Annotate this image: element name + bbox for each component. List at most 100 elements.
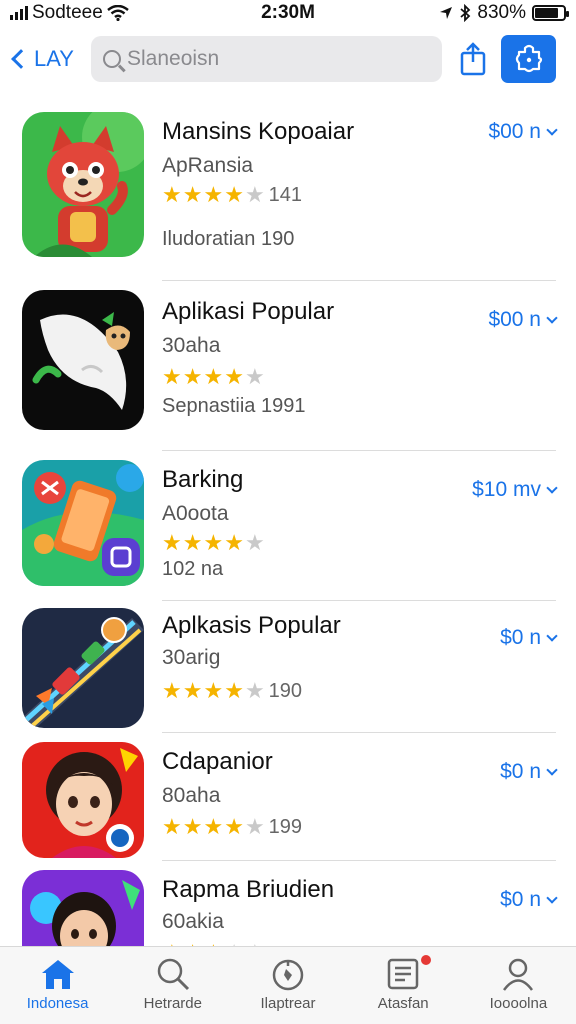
- app-subtitle: ApRansia: [162, 154, 254, 177]
- tab-label: Ioooolna: [489, 995, 548, 1012]
- tab-label: Ilaptrear: [260, 995, 316, 1012]
- star-icon: ★: [182, 182, 203, 207]
- price-label: $10 mv: [472, 478, 541, 501]
- app-subtitle: 30arig: [162, 646, 221, 669]
- tab-news[interactable]: Atasfan: [346, 947, 461, 1024]
- battery-icon: [532, 5, 569, 21]
- chevron-down-icon: [546, 482, 558, 494]
- star-icon: ★: [224, 530, 244, 555]
- list-item[interactable]: Barking A0oota ★ ★ ★ ★ ★ 102 na $10 mv: [0, 460, 576, 602]
- price-button[interactable]: $00 n: [488, 120, 558, 144]
- tab-label: Hetrarde: [143, 995, 202, 1012]
- star-icon: ★: [162, 530, 182, 555]
- price-label: $00 n: [488, 308, 541, 331]
- divider: [162, 600, 556, 601]
- price-label: $0 n: [500, 626, 541, 649]
- status-right: 830%: [366, 2, 569, 24]
- price-button[interactable]: $0 n: [500, 888, 558, 912]
- app-meta: 102 na: [162, 558, 224, 580]
- app-icon-phone: [22, 460, 144, 586]
- tab-profile[interactable]: Ioooolna: [461, 947, 576, 1024]
- app-icon-dolphin: [22, 290, 144, 430]
- app-name: Aplkasis Popular: [162, 612, 341, 639]
- star-icon: ★: [182, 364, 203, 389]
- star-icon: ★: [224, 182, 244, 207]
- rating-count: 190: [268, 679, 303, 702]
- star-icon: ★: [244, 678, 265, 703]
- search-input[interactable]: [127, 47, 417, 71]
- app-rating: ★★★★★: [162, 530, 269, 556]
- price-button[interactable]: $00 n: [488, 308, 558, 332]
- list-item[interactable]: Rapma Briudien 60akia ★★★★★ $0 n: [0, 870, 576, 946]
- chevron-down-icon: [546, 764, 558, 776]
- star-icon: ★: [203, 530, 224, 555]
- app-list: Mansins Kopoaiar ApRansia ★ ★ ★ ★ ★ 141 Iludo…: [0, 100, 576, 946]
- divider: [162, 280, 556, 281]
- rating-count: 141: [268, 183, 303, 206]
- chevron-down-icon: [546, 312, 558, 324]
- app-name: Aplikasi Popular: [162, 298, 335, 325]
- price-label: $00 n: [488, 120, 541, 143]
- tab-search[interactable]: Hetrarde: [115, 947, 230, 1024]
- star-icon: ★: [244, 530, 265, 555]
- bluetooth-icon: [460, 4, 471, 22]
- list-item[interactable]: Cdapanior 80aha ★ ★ ★ ★ ★ 199 $0 n: [0, 742, 576, 866]
- list-item[interactable]: Aplkasis Popular 30arig ★ ★ ★ ★ ★ 190 $0 n: [0, 608, 576, 736]
- star-icon: ★: [203, 182, 224, 207]
- list-item[interactable]: Aplikasi Popular 30aha ★ ★ ★ ★ ★ Sepnastiia …: [0, 290, 576, 452]
- app-rating: ★ ★ ★ ★ ★ 199: [162, 814, 302, 840]
- status-bar: Sodteee 2:30M 830%: [0, 0, 576, 26]
- tab-label: Atasfan: [377, 995, 429, 1012]
- app-rating: ★ ★ ★ ★ ★ 141: [162, 182, 302, 208]
- app-subtitle: A0oota: [162, 502, 229, 525]
- app-meta: Sepnastiia 1991: [162, 395, 306, 417]
- back-button[interactable]: LAY: [8, 46, 88, 72]
- price-button[interactable]: $0 n: [500, 626, 558, 650]
- nav-bar: LAY: [0, 34, 576, 84]
- clock: 2:30M: [261, 2, 315, 23]
- search-icon: [157, 958, 189, 991]
- star-icon: ★: [244, 364, 265, 389]
- featured-button[interactable]: [501, 35, 556, 83]
- star-icon: ★: [162, 678, 182, 703]
- puzzle-icon: [515, 44, 542, 73]
- battery-percent: 830%: [477, 2, 526, 23]
- app-name: Cdapanior: [162, 748, 273, 775]
- home-icon: [41, 960, 74, 989]
- divider: [162, 732, 556, 733]
- wifi-icon: [107, 5, 129, 21]
- tab-home[interactable]: Indonesa: [0, 947, 115, 1024]
- app-subtitle: 60akia: [162, 910, 224, 933]
- back-label: LAY: [34, 46, 74, 71]
- app-name: Mansins Kopoaiar: [162, 118, 355, 145]
- star-icon: ★: [182, 814, 203, 839]
- star-icon: ★: [203, 678, 224, 703]
- star-icon: ★: [224, 678, 244, 703]
- notification-badge: [420, 955, 431, 965]
- star-icon: ★: [244, 814, 265, 839]
- divider: [162, 450, 556, 451]
- star-icon: ★: [162, 182, 182, 207]
- search-bar[interactable]: [91, 36, 442, 82]
- star-icon: ★: [224, 364, 244, 389]
- app-icon-girl: [22, 742, 144, 858]
- tab-bar: Indonesa Hetrarde Ilaptrear Atasfan Iooo…: [0, 946, 576, 1024]
- star-icon: ★: [203, 814, 224, 839]
- person-icon: [503, 958, 534, 991]
- app-icon-avatar: [22, 870, 144, 946]
- star-icon: ★: [162, 814, 182, 839]
- share-icon[interactable]: [458, 42, 488, 76]
- list-item[interactable]: Mansins Kopoaiar ApRansia ★ ★ ★ ★ ★ 141 Iludo…: [0, 112, 576, 281]
- price-button[interactable]: $0 n: [500, 760, 558, 784]
- star-icon: ★: [203, 364, 224, 389]
- news-icon: [387, 958, 419, 990]
- app-rating: ★ ★ ★ ★ ★ 190: [162, 678, 302, 704]
- app-icon-fox: [22, 112, 144, 257]
- rating-count: 199: [268, 815, 303, 838]
- chevron-down-icon: [546, 124, 558, 136]
- signal-icon: [10, 6, 28, 20]
- price-button[interactable]: $10 mv: [472, 478, 558, 502]
- star-icon: ★: [182, 530, 203, 555]
- chevron-down-icon: [546, 892, 558, 904]
- tab-explore[interactable]: Ilaptrear: [230, 947, 345, 1024]
